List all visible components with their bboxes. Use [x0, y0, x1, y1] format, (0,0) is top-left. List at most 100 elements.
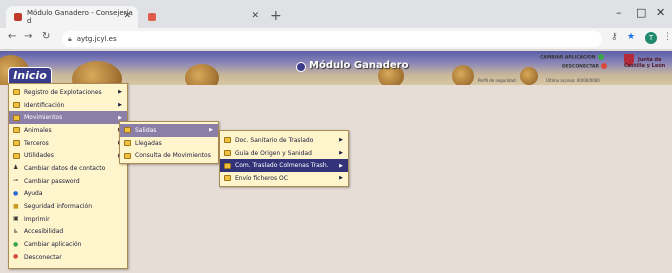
reload-icon[interactable]: ↻: [42, 31, 50, 42]
folder-icon: [13, 89, 20, 96]
folder-icon: [13, 140, 20, 147]
minimize-button[interactable]: –: [616, 6, 622, 19]
security-profile-text: Perfil de seguridad:: [478, 78, 517, 83]
new-tab-button[interactable]: +: [270, 8, 282, 24]
address-bar[interactable]: 🔒︎ aytg.jcyl.es: [62, 31, 602, 47]
hay-bale-image: [452, 65, 474, 85]
change-app-icon: [597, 54, 604, 60]
disconnect-link[interactable]: DESCONECTAR: [562, 63, 607, 70]
switch-icon: ●: [13, 240, 19, 248]
movimientos-item[interactable]: Consulta de Movimientos: [120, 149, 218, 162]
salidas-item[interactable]: Com. Traslado Colmenas Trash. ▶: [220, 159, 348, 173]
main-menu-item[interactable]: ⊸ Cambiar password: [9, 175, 127, 188]
person-icon: ♟: [13, 164, 19, 172]
bookmark-star-icon[interactable]: ★: [627, 32, 635, 42]
main-menu-item[interactable]: Movimientos ▶: [9, 111, 127, 125]
back-icon[interactable]: ←: [8, 31, 16, 42]
movimientos-item[interactable]: Llegadas: [120, 137, 218, 150]
main-menu-item-label: Utilidades: [24, 152, 54, 160]
lock-icon: 🔒︎: [68, 34, 72, 43]
key-icon[interactable]: ⚷: [611, 32, 618, 42]
site-favicon-icon: [148, 13, 156, 21]
salidas-item-label: Com. Traslado Colmenas Trash.: [235, 162, 329, 170]
folder-icon: [224, 150, 231, 157]
submenu-arrow-icon: ▶: [209, 127, 213, 134]
folder-icon: [124, 140, 131, 147]
key-icon: ⊸: [13, 177, 19, 185]
main-menu-item-label: Cambiar password: [24, 177, 80, 185]
maximize-button[interactable]: □: [636, 6, 646, 19]
submenu-arrow-icon: ▶: [339, 150, 343, 157]
site-favicon-icon: [14, 13, 22, 21]
folder-icon: [224, 137, 231, 144]
salidas-item[interactable]: Guía de Origen y Sanidad ▶: [220, 147, 348, 160]
main-menu-item-label: Movimientos: [24, 114, 63, 122]
main-menu-item[interactable]: ▣ Imprimir: [9, 213, 127, 226]
tab-title: Módulo Ganadero - Consejería d: [27, 9, 133, 25]
help-icon: ●: [13, 189, 19, 197]
main-menu-item[interactable]: ● Cambiar aplicación: [9, 238, 127, 251]
profile-avatar[interactable]: T: [645, 32, 657, 44]
browser-menu-icon[interactable]: ⋮: [663, 32, 672, 42]
disconnect-label: DESCONECTAR: [562, 64, 599, 70]
printer-icon: ▣: [13, 215, 19, 223]
tab-close-icon[interactable]: ✕: [251, 11, 259, 21]
hay-bale-image: [72, 61, 122, 85]
folder-icon: [13, 114, 20, 121]
hay-bale-image: [520, 67, 538, 85]
salidas-item-label: Doc. Sanitario de Traslado: [235, 136, 314, 144]
main-menu-item-label: Identificación: [24, 101, 65, 109]
close-window-button[interactable]: ✕: [656, 6, 665, 19]
inicio-menu-button[interactable]: Inicio: [8, 67, 52, 83]
salidas-item[interactable]: Doc. Sanitario de Traslado ▶: [220, 134, 348, 147]
main-menu: Registro de Explotaciones ▶ Identificación…: [8, 83, 128, 269]
main-menu-item-label: Ayuda: [24, 190, 43, 198]
main-menu-item-label: Registro de Explotaciones: [24, 88, 102, 96]
app-header-banner: Módulo Ganadero CAMBIAR APLICACION DESCO…: [0, 51, 672, 85]
accessibility-icon: ♿: [13, 227, 19, 235]
movimientos-item-label: Salidas: [135, 126, 157, 134]
tab-close-icon[interactable]: ✕: [123, 11, 131, 21]
main-menu-item[interactable]: ♟ Cambiar datos de contacto: [9, 162, 127, 175]
browser-toolbar: ← → ↻ 🔒︎ aytg.jcyl.es ⚷ ★ T ⋮: [0, 28, 672, 50]
submenu-arrow-icon: ▶: [339, 162, 343, 169]
movimientos-submenu: Salidas ▶ Llegadas Consulta de Movimientos: [119, 121, 219, 164]
hay-bale-image: [185, 64, 219, 85]
main-menu-item[interactable]: Animales▶: [9, 124, 127, 137]
app-logo-icon: [296, 62, 306, 72]
junta-logo-text: Junta de Castilla y León: [624, 57, 665, 69]
power-icon: ●: [13, 253, 19, 261]
power-icon: [601, 63, 607, 69]
folder-icon: [124, 127, 131, 134]
main-menu-item[interactable]: Registro de Explotaciones ▶: [9, 86, 127, 99]
main-menu-item-label: Seguridad información: [24, 203, 93, 211]
main-menu-item[interactable]: ● Ayuda: [9, 188, 127, 201]
submenu-arrow-icon: ▶: [339, 137, 343, 144]
main-menu-item[interactable]: Terceros▶: [9, 137, 127, 150]
salidas-item-label: Guía de Origen y Sanidad: [235, 149, 312, 157]
salidas-item[interactable]: Envío ficheros OC ▶: [220, 172, 348, 185]
forward-icon[interactable]: →: [24, 31, 32, 42]
change-application-link[interactable]: CAMBIAR APLICACION: [540, 54, 604, 61]
main-menu-item[interactable]: ■ Seguridad información: [9, 200, 127, 213]
movimientos-item-label: Consulta de Movimientos: [135, 152, 211, 160]
main-menu-item[interactable]: Utilidades▶: [9, 149, 127, 162]
movimientos-item[interactable]: Salidas ▶: [120, 124, 218, 137]
main-menu-item-label: Animales: [24, 126, 52, 134]
folder-icon: [224, 175, 231, 182]
browser-tab-active[interactable]: Módulo Ganadero - Consejería d ✕: [6, 6, 138, 28]
folder-icon: [13, 152, 20, 159]
folder-icon: [13, 102, 20, 109]
folder-icon: [224, 162, 231, 169]
main-menu-item[interactable]: Identificación ▶: [9, 99, 127, 112]
submenu-arrow-icon: ▶: [339, 175, 343, 182]
main-menu-item-label: Imprimir: [24, 215, 50, 223]
url-text: aytg.jcyl.es: [76, 35, 117, 43]
app-title: Módulo Ganadero: [309, 60, 409, 71]
browser-tab-inactive[interactable]: ✕: [140, 6, 266, 28]
folder-icon: [124, 152, 131, 159]
main-menu-item[interactable]: ♿ Accesibilidad: [9, 226, 127, 239]
main-menu-item[interactable]: ● Desconectar: [9, 251, 127, 264]
change-application-label: CAMBIAR APLICACION: [540, 55, 596, 61]
main-menu-item-label: Desconectar: [24, 253, 62, 261]
